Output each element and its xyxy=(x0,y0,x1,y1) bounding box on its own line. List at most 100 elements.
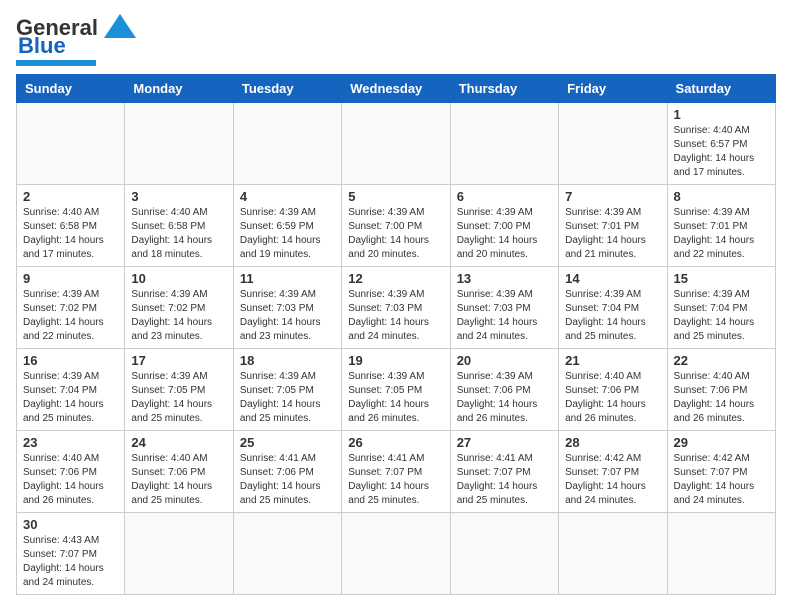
calendar-cell xyxy=(559,513,667,595)
calendar-cell: 8 Sunrise: 4:39 AMSunset: 7:01 PMDaylight… xyxy=(667,185,775,267)
calendar-cell: 14 Sunrise: 4:39 AMSunset: 7:04 PMDayligh… xyxy=(559,267,667,349)
day-info: Sunrise: 4:39 AMSunset: 7:04 PMDaylight:… xyxy=(674,288,769,344)
calendar-cell: 16 Sunrise: 4:39 AMSunset: 7:04 PMDayligh… xyxy=(17,349,125,431)
calendar-cell: 24 Sunrise: 4:40 AMSunset: 7:06 PMDayligh… xyxy=(125,431,233,513)
day-info: Sunrise: 4:43 AMSunset: 7:07 PMDaylight:… xyxy=(23,534,118,590)
day-info: Sunrise: 4:39 AMSunset: 6:59 PMDaylight:… xyxy=(240,206,335,262)
day-number: 21 xyxy=(565,353,660,368)
calendar-cell xyxy=(233,103,341,185)
day-info: Sunrise: 4:42 AMSunset: 7:07 PMDaylight:… xyxy=(674,452,769,508)
day-number: 23 xyxy=(23,435,118,450)
day-number: 25 xyxy=(240,435,335,450)
day-info: Sunrise: 4:41 AMSunset: 7:07 PMDaylight:… xyxy=(348,452,443,508)
day-info: Sunrise: 4:39 AMSunset: 7:02 PMDaylight:… xyxy=(23,288,118,344)
calendar-cell: 12Sunrise: 4:39 AMSunset: 7:03 PMDayligh… xyxy=(342,267,450,349)
calendar-header-tuesday: Tuesday xyxy=(233,75,341,103)
logo-icon xyxy=(102,12,138,40)
calendar-cell: 6Sunrise: 4:39 AMSunset: 7:00 PMDaylight… xyxy=(450,185,558,267)
calendar-cell xyxy=(17,103,125,185)
calendar-header-sunday: Sunday xyxy=(17,75,125,103)
logo-blue-text: Blue xyxy=(18,34,66,58)
day-number: 20 xyxy=(457,353,552,368)
day-info: Sunrise: 4:39 AMSunset: 7:04 PMDaylight:… xyxy=(23,370,118,426)
day-info: Sunrise: 4:39 AMSunset: 7:02 PMDaylight:… xyxy=(131,288,226,344)
calendar-week-3: 9Sunrise: 4:39 AMSunset: 7:02 PMDaylight… xyxy=(17,267,776,349)
day-number: 5 xyxy=(348,189,443,204)
day-info: Sunrise: 4:39 AMSunset: 7:05 PMDaylight:… xyxy=(348,370,443,426)
calendar-cell: 4 Sunrise: 4:39 AMSunset: 6:59 PMDaylight… xyxy=(233,185,341,267)
calendar-cell xyxy=(125,513,233,595)
calendar-cell: 20 Sunrise: 4:39 AMSunset: 7:06 PMDayligh… xyxy=(450,349,558,431)
calendar-cell: 17Sunrise: 4:39 AMSunset: 7:05 PMDayligh… xyxy=(125,349,233,431)
calendar-cell: 28Sunrise: 4:42 AMSunset: 7:07 PMDayligh… xyxy=(559,431,667,513)
calendar-cell xyxy=(342,513,450,595)
calendar-cell: 18 Sunrise: 4:39 AMSunset: 7:05 PMDayligh… xyxy=(233,349,341,431)
day-info: Sunrise: 4:39 AMSunset: 7:01 PMDaylight:… xyxy=(674,206,769,262)
header: General Blue xyxy=(16,16,776,66)
day-info: Sunrise: 4:39 AMSunset: 7:00 PMDaylight:… xyxy=(348,206,443,262)
day-number: 11 xyxy=(240,271,335,286)
calendar-cell: 29 Sunrise: 4:42 AMSunset: 7:07 PMDayligh… xyxy=(667,431,775,513)
day-info: Sunrise: 4:40 AMSunset: 6:58 PMDaylight:… xyxy=(131,206,226,262)
calendar-cell: 2Sunrise: 4:40 AMSunset: 6:58 PMDaylight… xyxy=(17,185,125,267)
day-number: 3 xyxy=(131,189,226,204)
calendar-cell: 30 Sunrise: 4:43 AMSunset: 7:07 PMDayligh… xyxy=(17,513,125,595)
day-number: 16 xyxy=(23,353,118,368)
day-info: Sunrise: 4:41 AMSunset: 7:06 PMDaylight:… xyxy=(240,452,335,508)
day-number: 14 xyxy=(565,271,660,286)
day-info: Sunrise: 4:40 AMSunset: 6:58 PMDaylight:… xyxy=(23,206,118,262)
calendar-cell xyxy=(125,103,233,185)
calendar-header-friday: Friday xyxy=(559,75,667,103)
calendar-body: 1Sunrise: 4:40 AMSunset: 6:57 PMDaylight… xyxy=(17,103,776,595)
day-number: 19 xyxy=(348,353,443,368)
calendar: SundayMondayTuesdayWednesdayThursdayFrid… xyxy=(16,74,776,595)
calendar-header-row: SundayMondayTuesdayWednesdayThursdayFrid… xyxy=(17,75,776,103)
calendar-cell: 13Sunrise: 4:39 AMSunset: 7:03 PMDayligh… xyxy=(450,267,558,349)
day-info: Sunrise: 4:40 AMSunset: 7:06 PMDaylight:… xyxy=(565,370,660,426)
calendar-cell: 27Sunrise: 4:41 AMSunset: 7:07 PMDayligh… xyxy=(450,431,558,513)
day-info: Sunrise: 4:39 AMSunset: 7:04 PMDaylight:… xyxy=(565,288,660,344)
day-number: 30 xyxy=(23,517,118,532)
day-number: 29 xyxy=(674,435,769,450)
calendar-cell: 25 Sunrise: 4:41 AMSunset: 7:06 PMDayligh… xyxy=(233,431,341,513)
calendar-week-2: 2Sunrise: 4:40 AMSunset: 6:58 PMDaylight… xyxy=(17,185,776,267)
day-info: Sunrise: 4:39 AMSunset: 7:01 PMDaylight:… xyxy=(565,206,660,262)
calendar-cell xyxy=(342,103,450,185)
logo: General Blue xyxy=(16,16,138,66)
day-number: 27 xyxy=(457,435,552,450)
calendar-week-4: 16 Sunrise: 4:39 AMSunset: 7:04 PMDayligh… xyxy=(17,349,776,431)
calendar-cell: 3 Sunrise: 4:40 AMSunset: 6:58 PMDaylight… xyxy=(125,185,233,267)
day-number: 7 xyxy=(565,189,660,204)
day-info: Sunrise: 4:40 AMSunset: 7:06 PMDaylight:… xyxy=(674,370,769,426)
day-number: 13 xyxy=(457,271,552,286)
day-info: Sunrise: 4:39 AMSunset: 7:05 PMDaylight:… xyxy=(131,370,226,426)
calendar-week-6: 30 Sunrise: 4:43 AMSunset: 7:07 PMDayligh… xyxy=(17,513,776,595)
calendar-header-saturday: Saturday xyxy=(667,75,775,103)
day-number: 4 xyxy=(240,189,335,204)
day-number: 8 xyxy=(674,189,769,204)
day-info: Sunrise: 4:40 AMSunset: 7:06 PMDaylight:… xyxy=(23,452,118,508)
day-info: Sunrise: 4:39 AMSunset: 7:06 PMDaylight:… xyxy=(457,370,552,426)
calendar-cell: 26Sunrise: 4:41 AMSunset: 7:07 PMDayligh… xyxy=(342,431,450,513)
calendar-cell xyxy=(450,513,558,595)
calendar-cell: 23 Sunrise: 4:40 AMSunset: 7:06 PMDayligh… xyxy=(17,431,125,513)
day-info: Sunrise: 4:39 AMSunset: 7:00 PMDaylight:… xyxy=(457,206,552,262)
day-number: 22 xyxy=(674,353,769,368)
day-number: 10 xyxy=(131,271,226,286)
calendar-cell: 5 Sunrise: 4:39 AMSunset: 7:00 PMDaylight… xyxy=(342,185,450,267)
day-number: 15 xyxy=(674,271,769,286)
day-number: 1 xyxy=(674,107,769,122)
day-number: 18 xyxy=(240,353,335,368)
calendar-cell: 21 Sunrise: 4:40 AMSunset: 7:06 PMDayligh… xyxy=(559,349,667,431)
calendar-header-monday: Monday xyxy=(125,75,233,103)
calendar-cell: 19 Sunrise: 4:39 AMSunset: 7:05 PMDayligh… xyxy=(342,349,450,431)
calendar-header-wednesday: Wednesday xyxy=(342,75,450,103)
day-info: Sunrise: 4:39 AMSunset: 7:05 PMDaylight:… xyxy=(240,370,335,426)
day-number: 24 xyxy=(131,435,226,450)
day-info: Sunrise: 4:40 AMSunset: 7:06 PMDaylight:… xyxy=(131,452,226,508)
calendar-cell: 11Sunrise: 4:39 AMSunset: 7:03 PMDayligh… xyxy=(233,267,341,349)
calendar-cell: 9Sunrise: 4:39 AMSunset: 7:02 PMDaylight… xyxy=(17,267,125,349)
calendar-header-thursday: Thursday xyxy=(450,75,558,103)
calendar-cell: 1Sunrise: 4:40 AMSunset: 6:57 PMDaylight… xyxy=(667,103,775,185)
calendar-cell: 22 Sunrise: 4:40 AMSunset: 7:06 PMDayligh… xyxy=(667,349,775,431)
